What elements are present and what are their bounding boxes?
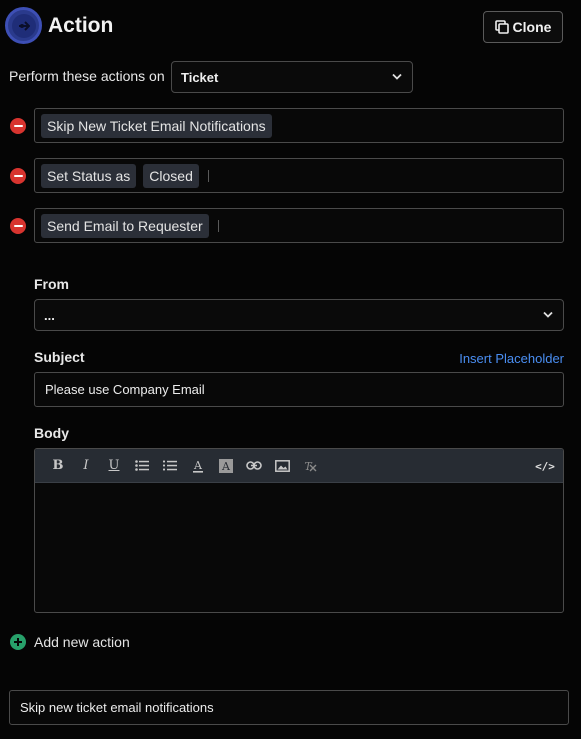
highlight-color-icon: A [219, 458, 233, 473]
action-logo-icon [5, 7, 42, 44]
italic-button[interactable]: I [72, 452, 100, 480]
action-tag[interactable]: Set Status as [41, 163, 137, 188]
bold-button[interactable]: B [44, 452, 72, 480]
bullet-list-button[interactable] [128, 452, 156, 480]
chevron-down-icon [392, 73, 402, 80]
body-editor[interactable]: B I U A A T </> [34, 448, 564, 613]
from-label: From [34, 276, 69, 292]
link-icon [246, 461, 262, 470]
remove-action-3-button[interactable] [10, 218, 26, 234]
action-tag[interactable]: Skip New Ticket Email Notifications [41, 113, 272, 138]
rule-description-input[interactable]: Skip new ticket email notifications [9, 690, 569, 725]
numbered-list-button[interactable] [156, 452, 184, 480]
body-content[interactable] [35, 483, 563, 612]
svg-text:A: A [193, 459, 203, 472]
entity-select-value: Ticket [181, 69, 219, 85]
action-header: Action Clone [0, 0, 581, 56]
subject-input-value: Please use Company Email [45, 382, 205, 397]
action-tag[interactable]: Send Email to Requester [41, 213, 209, 238]
body-label: Body [34, 425, 69, 441]
underline-button[interactable]: U [100, 452, 128, 480]
clone-label: Clone [512, 19, 552, 35]
image-icon [274, 459, 290, 472]
insert-image-button[interactable] [268, 452, 296, 480]
entity-select[interactable]: Ticket [171, 61, 413, 93]
add-new-action-button[interactable]: Add new action [10, 634, 130, 650]
font-color-button[interactable]: A [184, 452, 212, 480]
copy-icon [494, 20, 509, 34]
action-row-1[interactable]: Skip New Ticket Email Notifications [34, 108, 564, 143]
clear-formatting-icon: T [304, 460, 317, 472]
clone-button[interactable]: Clone [483, 11, 563, 43]
svg-text:A: A [221, 460, 231, 473]
status-value-tag[interactable]: Closed [143, 163, 199, 188]
insert-placeholder-link[interactable]: Insert Placeholder [459, 351, 564, 366]
code-view-button[interactable]: </> [531, 452, 559, 480]
chevron-down-icon [543, 311, 553, 318]
insert-link-button[interactable] [240, 452, 268, 480]
bullet-list-icon [135, 460, 149, 471]
page-title: Action [48, 14, 114, 37]
editor-toolbar: B I U A A T </> [35, 449, 563, 483]
subject-input[interactable]: Please use Company Email [34, 372, 564, 407]
add-new-action-label: Add new action [34, 634, 130, 650]
rule-description-value: Skip new ticket email notifications [20, 700, 214, 715]
from-select[interactable]: ... [34, 299, 564, 331]
text-cursor [217, 219, 219, 232]
remove-action-1-button[interactable] [10, 118, 26, 134]
from-select-value: ... [44, 307, 55, 323]
clear-formatting-button[interactable]: T [296, 452, 324, 480]
text-cursor [207, 169, 209, 182]
highlight-color-button[interactable]: A [212, 452, 240, 480]
remove-action-2-button[interactable] [10, 168, 26, 184]
numbered-list-icon [163, 460, 177, 471]
action-row-2[interactable]: Set Status as Closed [34, 158, 564, 193]
subject-label: Subject [34, 349, 85, 365]
font-color-icon: A [193, 459, 203, 473]
perform-on-label: Perform these actions on [9, 68, 165, 84]
plus-circle-icon [10, 634, 26, 650]
action-row-3[interactable]: Send Email to Requester [34, 208, 564, 243]
